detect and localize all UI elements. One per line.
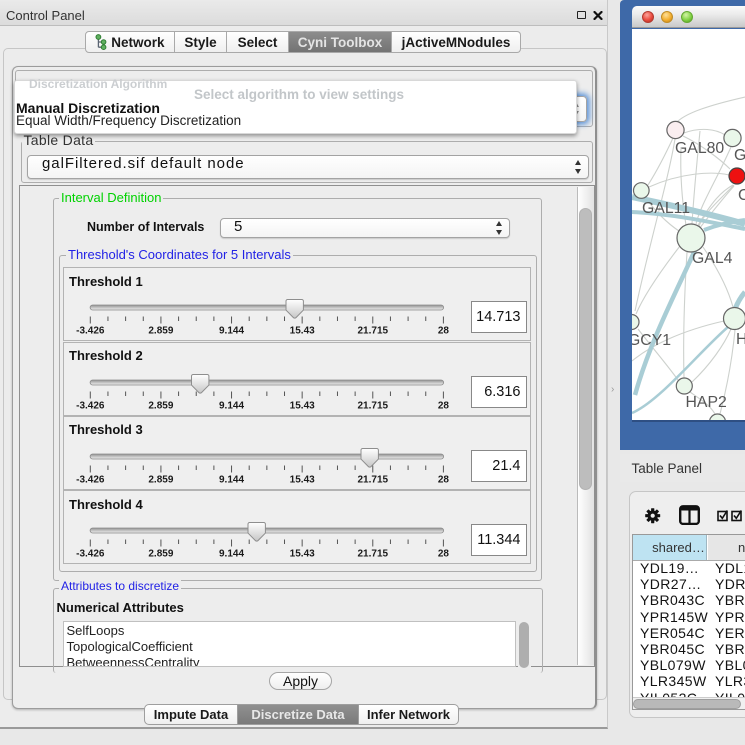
svg-text:15.43: 15.43 bbox=[290, 326, 315, 337]
svg-text:-3.426: -3.426 bbox=[76, 549, 105, 560]
svg-text:2.859: 2.859 bbox=[148, 400, 173, 411]
svg-text:GAL80: GAL80 bbox=[675, 140, 724, 157]
svg-text:9.144: 9.144 bbox=[219, 326, 244, 337]
svg-text:GAL11: GAL11 bbox=[642, 200, 690, 217]
svg-text:15.43: 15.43 bbox=[290, 549, 315, 560]
svg-text:-3.426: -3.426 bbox=[76, 326, 105, 337]
svg-text:28: 28 bbox=[438, 474, 450, 485]
svg-text:15.43: 15.43 bbox=[290, 474, 315, 485]
svg-text:21.715: 21.715 bbox=[358, 400, 389, 411]
svg-text:21.715: 21.715 bbox=[358, 549, 389, 560]
svg-text:28: 28 bbox=[438, 549, 450, 560]
svg-text:2.859: 2.859 bbox=[148, 326, 173, 337]
svg-text:2.859: 2.859 bbox=[148, 549, 173, 560]
svg-text:-3.426: -3.426 bbox=[76, 400, 105, 411]
svg-text:9.144: 9.144 bbox=[219, 549, 244, 560]
svg-text:2.859: 2.859 bbox=[148, 474, 173, 485]
svg-text:GA: GA bbox=[734, 147, 745, 164]
svg-text:21.715: 21.715 bbox=[358, 474, 389, 485]
svg-text:GAL4: GAL4 bbox=[692, 250, 733, 267]
svg-text:GCY1: GCY1 bbox=[632, 332, 671, 349]
svg-text:28: 28 bbox=[438, 326, 450, 337]
svg-text:HAP2: HAP2 bbox=[686, 394, 727, 411]
svg-text:21.715: 21.715 bbox=[358, 326, 389, 337]
svg-text:-3.426: -3.426 bbox=[76, 474, 105, 485]
svg-text:15.43: 15.43 bbox=[290, 400, 315, 411]
svg-text:H: H bbox=[736, 331, 745, 348]
svg-text:9.144: 9.144 bbox=[219, 400, 244, 411]
svg-text:C: C bbox=[738, 187, 745, 204]
svg-text:28: 28 bbox=[438, 400, 450, 411]
svg-text:9.144: 9.144 bbox=[219, 474, 244, 485]
